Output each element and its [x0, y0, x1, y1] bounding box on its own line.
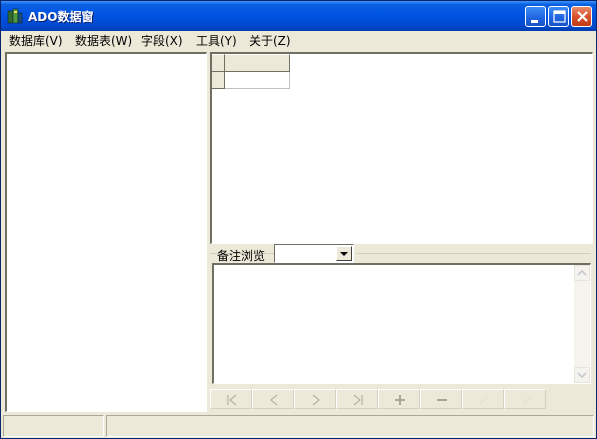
scroll-down-icon: [577, 372, 587, 379]
last-icon: [353, 394, 363, 406]
data-grid[interactable]: [210, 52, 593, 244]
edit-icon: [479, 396, 488, 405]
nav-first-button[interactable]: [210, 389, 252, 409]
dropdown-button[interactable]: [336, 246, 352, 261]
nav-next-button[interactable]: [294, 389, 336, 409]
post-icon: [521, 396, 531, 405]
menu-tools[interactable]: 工具(Y): [196, 33, 237, 49]
maximize-button[interactable]: [548, 6, 569, 27]
status-bar: [1, 413, 596, 438]
db-navigator: [210, 386, 593, 410]
database-tree-panel[interactable]: [5, 52, 207, 412]
insert-icon: [395, 395, 405, 405]
vertical-scrollbar[interactable]: [574, 265, 590, 383]
status-panel-1: [3, 415, 104, 437]
grid-cell[interactable]: [225, 72, 290, 89]
title-bar[interactable]: ADO数据窗: [1, 1, 596, 31]
app-window: ADO数据窗 数据库(V) 数据表(W) 字段(X) 工具(Y) 关于(Z) 备…: [0, 0, 597, 439]
menu-about[interactable]: 关于(Z): [249, 33, 291, 49]
nav-post-button[interactable]: [504, 389, 546, 409]
menu-bar: 数据库(V) 数据表(W) 字段(X) 工具(Y) 关于(Z): [1, 31, 596, 51]
maximize-icon: [553, 10, 566, 23]
menu-table[interactable]: 数据表(W): [75, 33, 132, 49]
app-icon: [7, 8, 23, 24]
notes-browse-bar: 备注浏览: [210, 244, 593, 263]
nav-insert-button[interactable]: [378, 389, 420, 409]
minimize-icon: [531, 20, 538, 23]
notes-memo[interactable]: [212, 263, 591, 384]
minimize-button[interactable]: [525, 6, 546, 27]
nav-last-button[interactable]: [336, 389, 378, 409]
menu-field[interactable]: 字段(X): [141, 33, 183, 49]
grid-row-indicator[interactable]: [212, 72, 225, 89]
prior-icon: [270, 394, 278, 406]
menu-database[interactable]: 数据库(V): [9, 33, 63, 49]
nav-delete-button[interactable]: [420, 389, 462, 409]
next-icon: [312, 394, 320, 406]
close-icon: [577, 11, 588, 22]
nav-prior-button[interactable]: [252, 389, 294, 409]
nav-edit-button[interactable]: [462, 389, 504, 409]
scroll-up-icon: [577, 269, 587, 276]
chevron-down-icon: [340, 252, 348, 256]
grid-corner[interactable]: [212, 54, 225, 72]
window-title: ADO数据窗: [28, 10, 94, 24]
notes-field-select[interactable]: [274, 244, 354, 263]
close-button[interactable]: [571, 6, 592, 27]
notes-label: 备注浏览: [217, 249, 266, 263]
scroll-down-button[interactable]: [574, 367, 590, 383]
status-panel-2: [106, 415, 594, 437]
first-icon: [227, 394, 237, 406]
delete-icon: [437, 399, 447, 401]
scroll-up-button[interactable]: [574, 265, 590, 281]
group-divider: [356, 253, 591, 254]
grid-column-header[interactable]: [225, 54, 290, 72]
